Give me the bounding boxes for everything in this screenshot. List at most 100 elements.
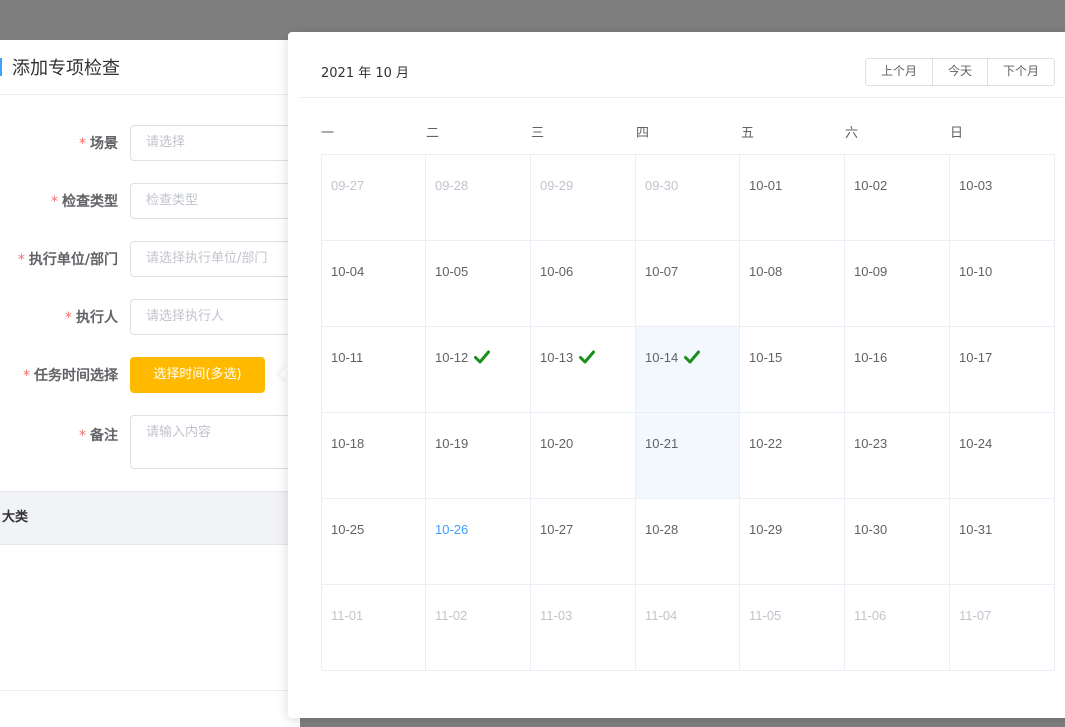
- calendar-title: 2021 年 10 月: [321, 66, 410, 81]
- calendar-day-cell[interactable]: 10-13: [531, 327, 636, 413]
- calendar-day-cell[interactable]: 10-05: [426, 241, 531, 327]
- calendar-day-cell[interactable]: 11-05: [740, 585, 845, 671]
- calendar-day-label: 10-04: [331, 264, 365, 279]
- calendar-day-label: 10-20: [540, 436, 574, 451]
- calendar-day-label: 10-12: [435, 350, 469, 365]
- calendar-day-cell[interactable]: 10-11: [322, 327, 426, 413]
- calendar-day-cell[interactable]: 10-12: [426, 327, 531, 413]
- calendar-day-cell[interactable]: 10-23: [845, 413, 950, 499]
- calendar-day-label: 10-15: [749, 350, 783, 365]
- calendar-day-cell[interactable]: 10-27: [531, 499, 636, 585]
- overlay-corner: [1028, 717, 1065, 727]
- calendar-day-cell[interactable]: 09-29: [531, 155, 636, 241]
- select-time-button[interactable]: 选择时间(多选): [130, 357, 265, 393]
- prev-month-button[interactable]: 上个月: [866, 59, 932, 85]
- calendar-day-label: 10-11: [331, 350, 364, 365]
- calendar-day-cell[interactable]: 10-25: [322, 499, 426, 585]
- remark-textarea[interactable]: 请输入内容: [130, 415, 290, 469]
- calendar-day-label: 09-29: [540, 178, 574, 193]
- calendar-day-cell[interactable]: 10-02: [845, 155, 950, 241]
- calendar-day-cell[interactable]: 10-03: [950, 155, 1055, 241]
- calendar-day-label: 10-01: [749, 178, 783, 193]
- weekday-label: 二: [426, 126, 440, 141]
- scene-select[interactable]: 请选择: [130, 125, 290, 161]
- calendar-day-cell[interactable]: 10-01: [740, 155, 845, 241]
- calendar-day-label: 10-06: [540, 264, 574, 279]
- required-mark: *: [23, 368, 30, 384]
- calendar-day-cell[interactable]: 10-19: [426, 413, 531, 499]
- calendar-day-cell[interactable]: 10-16: [845, 327, 950, 413]
- calendar-day-cell[interactable]: 10-04: [322, 241, 426, 327]
- calendar-day-cell[interactable]: 11-03: [531, 585, 636, 671]
- month-nav-button-group: 上个月 今天 下个月: [865, 58, 1055, 86]
- calendar-day-cell[interactable]: 10-08: [740, 241, 845, 327]
- calendar-day-cell[interactable]: 10-31: [950, 499, 1055, 585]
- calendar-day-cell[interactable]: 10-15: [740, 327, 845, 413]
- calendar-day-cell[interactable]: 10-29: [740, 499, 845, 585]
- calendar-day-label: 10-26: [435, 522, 469, 537]
- calendar-day-cell[interactable]: 10-10: [950, 241, 1055, 327]
- weekday-label: 日: [950, 126, 964, 141]
- calendar-day-cell[interactable]: 10-18: [322, 413, 426, 499]
- calendar-day-label: 10-22: [749, 436, 783, 451]
- required-mark: *: [79, 428, 86, 444]
- calendar-day-label: 10-23: [854, 436, 888, 451]
- required-mark: *: [17, 252, 25, 268]
- calendar-day-cell[interactable]: 10-26: [426, 499, 531, 585]
- calendar-day-label: 09-30: [645, 178, 679, 193]
- calendar-day-cell[interactable]: 10-09: [845, 241, 950, 327]
- calendar-day-label: 10-08: [749, 264, 783, 279]
- calendar-day-label: 10-10: [959, 264, 993, 279]
- calendar-day-cell[interactable]: 10-17: [950, 327, 1055, 413]
- remark-label: 备注: [90, 428, 118, 444]
- calendar-day-label: 10-29: [749, 522, 783, 537]
- form-row-scene: * 场景 请选择: [0, 125, 300, 161]
- calendar-day-cell[interactable]: 10-20: [531, 413, 636, 499]
- scene-label: 场景: [90, 136, 118, 152]
- calendar-day-label: 10-02: [854, 178, 888, 193]
- form-row-executor: * 执行人 请选择执行人: [0, 299, 300, 335]
- calendar-day-cell[interactable]: 09-28: [426, 155, 531, 241]
- calendar-day-cell[interactable]: 10-07: [636, 241, 740, 327]
- calendar-day-cell[interactable]: 09-30: [636, 155, 740, 241]
- calendar-day-label: 10-13: [540, 350, 574, 365]
- form-label: * 备注: [0, 415, 130, 445]
- required-mark: *: [51, 194, 58, 210]
- calendar-day-cell[interactable]: 10-22: [740, 413, 845, 499]
- task-time-label: 任务时间选择: [34, 368, 118, 384]
- department-select[interactable]: 请选择执行单位/部门: [130, 241, 290, 277]
- calendar-header: 2021 年 10 月 上个月 今天 下个月: [300, 32, 1065, 98]
- required-mark: *: [79, 136, 86, 152]
- calendar-day-cell[interactable]: 10-21: [636, 413, 740, 499]
- calendar-day-cell[interactable]: 10-24: [950, 413, 1055, 499]
- calendar-day-label: 10-09: [854, 264, 888, 279]
- calendar-day-cell[interactable]: 11-01: [322, 585, 426, 671]
- calendar-day-cell[interactable]: 10-28: [636, 499, 740, 585]
- form-label: * 任务时间选择: [0, 365, 130, 385]
- calendar-day-cell[interactable]: 09-27: [322, 155, 426, 241]
- today-button[interactable]: 今天: [932, 59, 987, 85]
- calendar-day-label: 10-03: [959, 178, 993, 193]
- calendar-day-label: 10-21: [645, 436, 679, 451]
- calendar-day-label: 10-28: [645, 522, 679, 537]
- calendar-day-label: 10-16: [854, 350, 888, 365]
- calendar-day-cell[interactable]: 11-04: [636, 585, 740, 671]
- calendar-day-cell[interactable]: 11-02: [426, 585, 531, 671]
- table-divider: [0, 690, 300, 691]
- calendar-day-cell[interactable]: 11-06: [845, 585, 950, 671]
- title-accent-bar: [0, 58, 2, 76]
- calendar-day-label: 10-17: [959, 350, 993, 365]
- calendar-day-cell[interactable]: 10-06: [531, 241, 636, 327]
- calendar-day-label: 11-01: [331, 608, 364, 623]
- weekday-label: 四: [636, 126, 650, 141]
- calendar-day-cell[interactable]: 10-14: [636, 327, 740, 413]
- calendar-day-cell[interactable]: 11-07: [950, 585, 1055, 671]
- form-label: * 检查类型: [0, 191, 130, 211]
- calendar-day-cell[interactable]: 10-30: [845, 499, 950, 585]
- form-label: * 执行单位/部门: [0, 249, 130, 269]
- next-month-button[interactable]: 下个月: [987, 59, 1054, 85]
- executor-select[interactable]: 请选择执行人: [130, 299, 290, 335]
- calendar-day-label: 10-27: [540, 522, 574, 537]
- check-type-select[interactable]: 检查类型: [130, 183, 290, 219]
- executor-label: 执行人: [76, 310, 118, 326]
